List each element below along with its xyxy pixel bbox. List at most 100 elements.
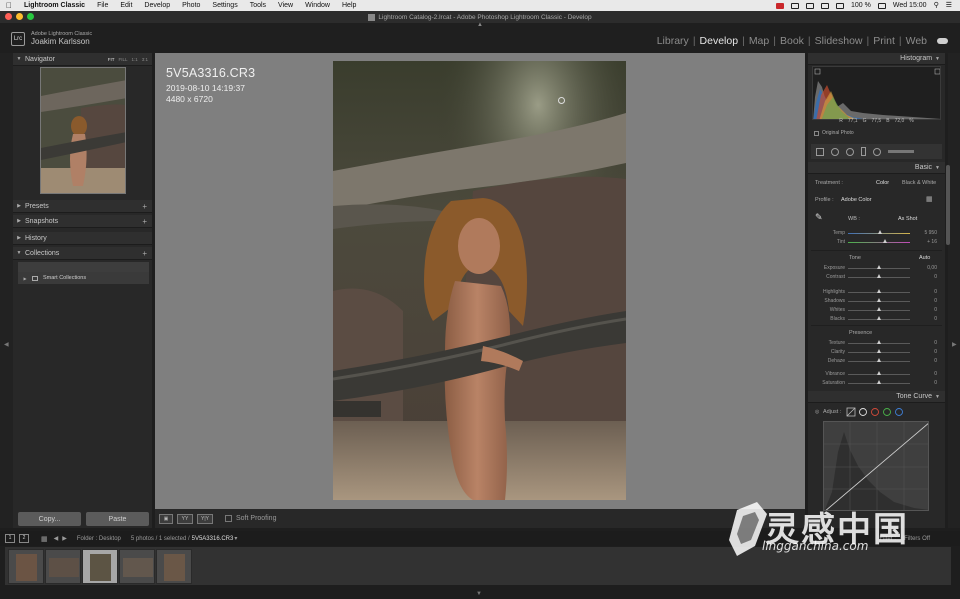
slider-vibrance[interactable]: Vibrance 0 <box>811 370 941 379</box>
cloud-icon[interactable] <box>937 38 948 44</box>
menu-tools[interactable]: Tools <box>244 0 272 11</box>
slider-value[interactable]: 0 <box>934 349 937 355</box>
slider-knob[interactable] <box>877 274 881 278</box>
module-develop[interactable]: Develop <box>696 35 743 47</box>
grid-view-icon[interactable]: ▦ <box>41 535 48 543</box>
slider-tint[interactable]: Tint + 16 <box>811 238 941 247</box>
slider-blacks[interactable]: Blacks 0 <box>811 315 941 324</box>
tone-curve-header[interactable]: Tone Curve ▼ <box>808 391 945 403</box>
slider-shadows[interactable]: Shadows 0 <box>811 297 941 306</box>
original-photo-checkbox[interactable] <box>814 130 819 136</box>
before-after-icon[interactable]: YY <box>177 513 193 524</box>
add-collection-icon[interactable]: + <box>142 249 152 258</box>
treatment-bw-option[interactable]: Black & White <box>902 180 936 186</box>
menu-photo[interactable]: Photo <box>176 0 206 11</box>
menu-app[interactable]: Lightroom Classic <box>18 0 91 11</box>
slider-value[interactable]: 0 <box>934 298 937 304</box>
slider-highlights[interactable]: Highlights 0 <box>811 288 941 297</box>
slider-knob[interactable] <box>877 307 881 311</box>
profile-browser-icon[interactable]: ▦ <box>926 195 933 203</box>
radial-filter-icon[interactable] <box>873 147 881 156</box>
slider-value[interactable]: 0 <box>934 340 937 346</box>
app-status-icon[interactable] <box>775 2 784 9</box>
film-thumb-1[interactable] <box>8 549 44 584</box>
menu-settings[interactable]: Settings <box>206 0 243 11</box>
menu-help[interactable]: Help <box>336 0 362 11</box>
film-thumb-4[interactable] <box>119 549 155 584</box>
crop-tool-icon[interactable] <box>816 147 824 156</box>
menu-window[interactable]: Window <box>299 0 336 11</box>
main-photo[interactable] <box>333 61 626 500</box>
module-map[interactable]: Map <box>745 35 773 47</box>
slider-clarity[interactable]: Clarity 0 <box>811 348 941 357</box>
menubar-clock[interactable]: Wed 15:00 <box>893 0 927 11</box>
module-print[interactable]: Print <box>869 35 899 47</box>
module-library[interactable]: Library <box>653 35 693 47</box>
collapse-left-icon[interactable]: ◀ <box>4 341 9 348</box>
slider-value[interactable]: 0,00 <box>927 265 937 271</box>
apple-icon[interactable]:  <box>0 1 18 10</box>
selected-filename[interactable]: 5V5A3316.CR3 <box>192 536 234 542</box>
wb-dropdown[interactable]: As Shot <box>898 216 917 222</box>
menu-edit[interactable]: Edit <box>114 0 138 11</box>
add-snapshot-icon[interactable]: + <box>142 217 152 226</box>
loupe-view-icon[interactable]: ▣ <box>159 513 173 524</box>
slider-knob[interactable] <box>877 289 881 293</box>
slider-knob[interactable] <box>877 380 881 384</box>
forward-arrow-icon[interactable]: ▶ <box>62 535 67 542</box>
snapshots-header[interactable]: ▶ Snapshots + <box>13 215 152 228</box>
navigator-preview[interactable] <box>40 67 126 194</box>
slider-knob[interactable] <box>877 349 881 353</box>
slider-whites[interactable]: Whites 0 <box>811 306 941 315</box>
left-panel-edge[interactable]: ◀ <box>0 53 13 528</box>
slider-knob[interactable] <box>883 239 888 243</box>
slider-knob[interactable] <box>877 298 881 302</box>
original-photo-toggle[interactable]: Original Photo <box>814 130 854 136</box>
slider-value[interactable]: + 16 <box>927 239 937 245</box>
slider-temp[interactable]: Temp 5 950 <box>811 229 941 238</box>
menu-file[interactable]: File <box>91 0 114 11</box>
collapse-right-icon[interactable]: ▶ <box>952 341 957 348</box>
film-thumb-2[interactable] <box>45 549 81 584</box>
slider-texture[interactable]: Texture 0 <box>811 339 941 348</box>
zoom-window-button[interactable] <box>27 13 34 20</box>
smart-collections-item[interactable]: ▶ Smart Collections <box>18 272 149 284</box>
profile-dropdown[interactable]: Adobe Color <box>841 197 872 203</box>
slider-value[interactable]: 0 <box>934 307 937 313</box>
secondary-window-1-button[interactable]: 1 <box>5 534 15 543</box>
collections-filter-row[interactable] <box>18 262 149 272</box>
chevron-down-icon[interactable]: ▾ <box>234 535 237 542</box>
module-book[interactable]: Book <box>776 35 808 47</box>
copy-settings-button[interactable]: Copy... <box>18 512 81 526</box>
slider-value[interactable]: 5 950 <box>924 230 937 236</box>
zoom-1-1[interactable]: 1:1 <box>131 57 137 62</box>
slider-contrast[interactable]: Contrast 0 <box>811 273 941 282</box>
zoom-3-1[interactable]: 3:1 <box>142 57 148 62</box>
close-window-button[interactable] <box>5 13 12 20</box>
slider-knob[interactable] <box>878 230 883 234</box>
minimize-window-button[interactable] <box>16 13 23 20</box>
right-panel-edge[interactable]: ▶ <box>948 53 960 528</box>
auto-tone-button[interactable]: Auto <box>919 255 930 261</box>
slider-dehaze[interactable]: Dehaze 0 <box>811 357 941 366</box>
menu-list-icon[interactable]: ☰ <box>946 0 952 11</box>
slider-value[interactable]: 0 <box>934 371 937 377</box>
spot-removal-icon[interactable] <box>831 147 839 156</box>
add-preset-icon[interactable]: + <box>142 202 152 211</box>
basic-header[interactable]: Basic ▼ <box>808 162 945 174</box>
tone-curve-editor[interactable] <box>823 421 929 511</box>
slider-knob[interactable] <box>877 340 881 344</box>
bluetooth-icon[interactable] <box>805 2 814 9</box>
slider-knob[interactable] <box>877 265 881 269</box>
slider-exposure[interactable]: Exposure 0,00 <box>811 264 941 273</box>
soft-proofing-checkbox[interactable] <box>225 515 232 522</box>
slider-knob[interactable] <box>877 358 881 362</box>
slider-knob[interactable] <box>877 316 881 320</box>
history-header[interactable]: ▶ History <box>13 232 152 245</box>
curve-target-icon[interactable]: ◎ <box>815 409 819 415</box>
search-icon[interactable]: ⚲ <box>934 0 939 11</box>
film-thumb-5[interactable] <box>156 549 192 584</box>
slider-value[interactable]: 0 <box>934 380 937 386</box>
white-balance-eyedropper-icon[interactable]: ✎ <box>815 212 823 223</box>
slider-saturation[interactable]: Saturation 0 <box>811 379 941 388</box>
